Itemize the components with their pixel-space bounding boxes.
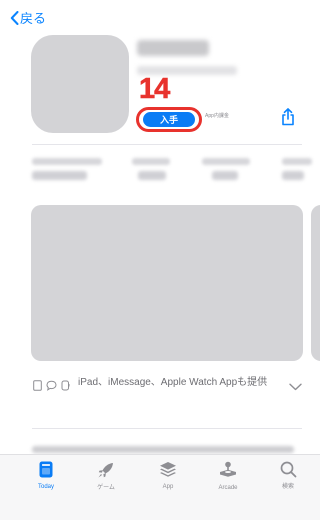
chevron-down-icon[interactable] bbox=[289, 378, 302, 396]
description-redacted bbox=[32, 446, 294, 453]
apple-watch-icon bbox=[61, 378, 70, 396]
screenshot-preview-next[interactable] bbox=[311, 205, 320, 361]
search-icon bbox=[280, 461, 297, 478]
iphone-icon bbox=[33, 378, 42, 396]
info-cell bbox=[132, 154, 182, 190]
get-button-highlight[interactable]: 入手 bbox=[136, 107, 202, 132]
chevron-left-icon bbox=[10, 10, 19, 25]
tab-games[interactable]: ゲーム bbox=[78, 461, 134, 491]
device-icons bbox=[33, 378, 70, 396]
imessage-icon bbox=[46, 378, 57, 396]
today-icon bbox=[39, 461, 53, 478]
get-button[interactable]: 入手 bbox=[143, 112, 195, 127]
tab-label: 検索 bbox=[281, 484, 294, 490]
screenshot-preview[interactable] bbox=[31, 205, 303, 361]
tab-today[interactable]: Today bbox=[18, 461, 74, 490]
app-title-redacted bbox=[137, 40, 209, 56]
info-cell bbox=[282, 154, 320, 190]
in-app-purchase-note: App内課金 bbox=[205, 113, 229, 119]
tab-label: App bbox=[162, 484, 174, 490]
info-strip-redacted bbox=[32, 154, 320, 190]
share-icon[interactable] bbox=[280, 108, 296, 131]
back-button[interactable]: 戻る bbox=[10, 8, 46, 27]
tab-search[interactable]: 検索 bbox=[260, 461, 316, 490]
layers-icon bbox=[159, 461, 177, 478]
tab-apps[interactable]: App bbox=[140, 461, 196, 490]
tab-arcade[interactable]: Arcade bbox=[200, 461, 256, 491]
app-store-product-page: 戻る 14 入手 App内課金 iPad、iMessage、Apple Watc… bbox=[0, 0, 320, 520]
rocket-icon bbox=[97, 461, 115, 479]
info-cell bbox=[202, 154, 262, 190]
info-cell bbox=[32, 154, 112, 190]
divider bbox=[32, 428, 302, 429]
joystick-icon bbox=[218, 461, 238, 479]
back-label: 戻る bbox=[20, 11, 47, 26]
supported-devices-text: iPad、iMessage、Apple Watch Appも提供 bbox=[78, 377, 268, 388]
tab-label: ゲーム bbox=[97, 485, 115, 491]
tab-label: Arcade bbox=[218, 485, 238, 491]
tab-label: Today bbox=[37, 484, 54, 490]
tab-bar: Today ゲーム App Arcade 検索 bbox=[0, 454, 320, 520]
supported-devices-row: iPad、iMessage、Apple Watch Appも提供 bbox=[33, 377, 305, 396]
step-number-annotation: 14 bbox=[139, 73, 171, 105]
divider bbox=[32, 144, 302, 145]
app-icon bbox=[31, 35, 129, 133]
